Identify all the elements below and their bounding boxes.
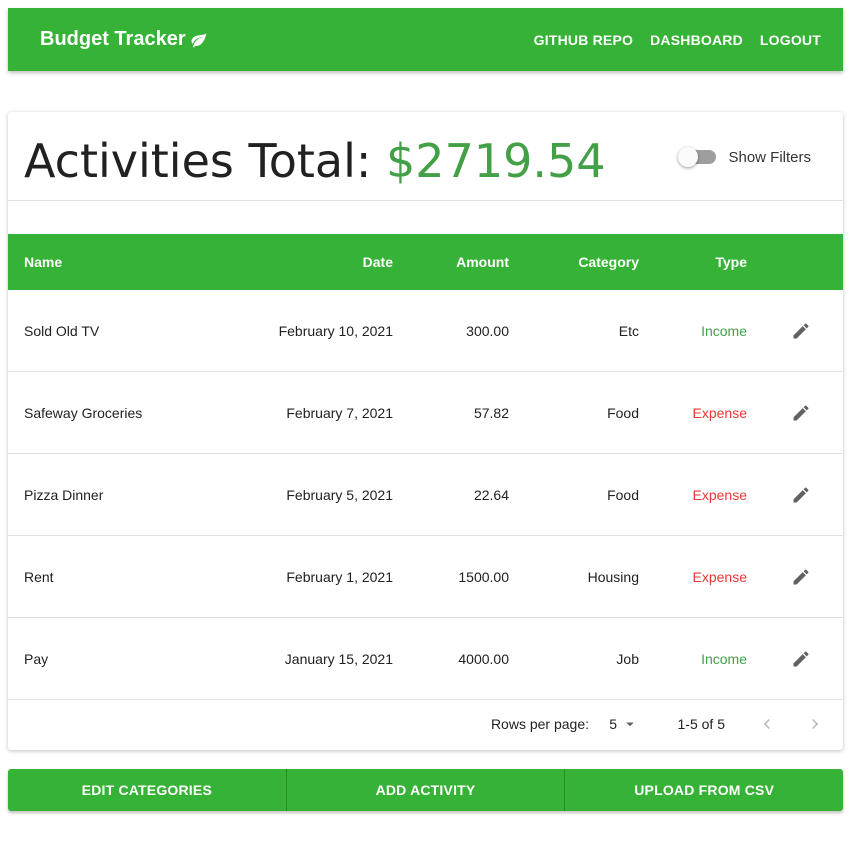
cell-name: Safeway Groceries	[24, 404, 143, 421]
nav-github-repo[interactable]: GITHUB REPO	[534, 32, 633, 48]
top-nav: GITHUB REPO DASHBOARD LOGOUT	[517, 32, 821, 48]
cell-category: Food	[607, 404, 639, 421]
cell-type: Income	[701, 322, 747, 339]
show-filters-control: Show Filters	[678, 147, 811, 167]
cell-date: February 10, 2021	[278, 322, 393, 339]
edit-row-button[interactable]	[789, 401, 813, 425]
cell-type: Expense	[692, 568, 747, 585]
cell-date: February 7, 2021	[286, 404, 393, 421]
row-actions	[789, 536, 813, 617]
pencil-icon	[793, 322, 809, 338]
table-row: Sold Old TV February 10, 2021 300.00 Etc…	[8, 290, 843, 372]
cell-type: Expense	[692, 404, 747, 421]
add-activity-button[interactable]: ADD ACTIVITY	[287, 769, 566, 811]
cell-name: Pizza Dinner	[24, 486, 104, 503]
previous-page-button[interactable]	[757, 697, 777, 750]
cell-type: Income	[701, 650, 747, 667]
cell-date: February 5, 2021	[286, 486, 393, 503]
edit-row-button[interactable]	[789, 483, 813, 507]
cell-type: Expense	[692, 486, 747, 503]
edit-row-button[interactable]	[789, 565, 813, 589]
activities-total-heading: Activities Total: $2719.54	[24, 134, 606, 188]
pencil-icon	[793, 486, 809, 502]
row-actions	[789, 618, 813, 699]
table-pagination: Rows per page: 5 1-5 of 5	[8, 697, 843, 750]
cell-name: Sold Old TV	[24, 322, 100, 339]
cell-amount: 300.00	[466, 322, 509, 339]
rows-per-page-label: Rows per page:	[490, 715, 589, 732]
cell-amount: 22.64	[473, 486, 509, 503]
next-page-button[interactable]	[805, 697, 825, 750]
chevron-right-icon	[812, 718, 819, 729]
upload-csv-button[interactable]: UPLOAD FROM CSV	[565, 769, 843, 811]
cell-category: Housing	[587, 568, 639, 585]
table-row: Pizza Dinner February 5, 2021 22.64 Food…	[8, 454, 843, 536]
cell-amount: 1500.00	[458, 568, 509, 585]
card-header: Activities Total: $2719.54 Show Filters	[8, 112, 843, 201]
rows-per-page-select[interactable]: 5	[609, 697, 639, 750]
header-date[interactable]: Date	[363, 234, 393, 290]
cell-category: Food	[607, 486, 639, 503]
row-actions	[789, 454, 813, 535]
nav-dashboard[interactable]: DASHBOARD	[650, 32, 743, 48]
app-title: Budget Tracker	[40, 28, 186, 50]
cell-date: January 15, 2021	[284, 650, 393, 667]
pencil-icon	[793, 404, 809, 420]
total-amount: $2719.54	[386, 134, 606, 188]
edit-row-button[interactable]	[789, 319, 813, 343]
header-type[interactable]: Type	[715, 234, 747, 290]
rows-per-page-value: 5	[609, 715, 617, 732]
row-actions	[789, 372, 813, 453]
total-label: Activities Total:	[24, 134, 387, 188]
show-filters-toggle[interactable]	[678, 147, 717, 167]
table-row: Rent February 1, 2021 1500.00 Housing Ex…	[8, 536, 843, 618]
cell-amount: 4000.00	[458, 650, 509, 667]
brand[interactable]: Budget Tracker	[40, 28, 208, 51]
action-buttons: EDIT CATEGORIES ADD ACTIVITY UPLOAD FROM…	[8, 769, 843, 811]
pencil-icon	[793, 568, 809, 584]
cell-name: Pay	[24, 650, 49, 667]
cell-category: Etc	[618, 322, 639, 339]
edit-categories-button[interactable]: EDIT CATEGORIES	[8, 769, 287, 811]
cell-name: Rent	[24, 568, 54, 585]
header-name[interactable]: Name	[24, 234, 62, 290]
app-bar: Budget Tracker GITHUB REPO DASHBOARD LOG…	[8, 8, 843, 71]
table-row: Safeway Groceries February 7, 2021 57.82…	[8, 372, 843, 454]
nav-logout[interactable]: LOGOUT	[760, 32, 821, 48]
show-filters-label: Show Filters	[728, 148, 811, 166]
pencil-icon	[793, 650, 809, 666]
header-category[interactable]: Category	[578, 234, 639, 290]
table-body: Sold Old TV February 10, 2021 300.00 Etc…	[8, 290, 843, 700]
cell-date: February 1, 2021	[286, 568, 393, 585]
edit-row-button[interactable]	[789, 647, 813, 671]
row-actions	[789, 290, 813, 371]
cell-category: Job	[616, 650, 639, 667]
table-row: Pay January 15, 2021 4000.00 Job Income	[8, 618, 843, 700]
pagination-range: 1-5 of 5	[677, 715, 725, 732]
table-header: Name Date Amount Category Type	[8, 234, 843, 290]
leaf-icon	[191, 32, 207, 47]
chevron-left-icon	[763, 718, 770, 729]
toggle-thumb	[678, 147, 699, 167]
cell-amount: 57.82	[473, 404, 509, 421]
header-amount[interactable]: Amount	[456, 234, 509, 290]
activities-card: Activities Total: $2719.54 Show Filters …	[8, 112, 843, 750]
caret-down-icon	[626, 722, 634, 726]
